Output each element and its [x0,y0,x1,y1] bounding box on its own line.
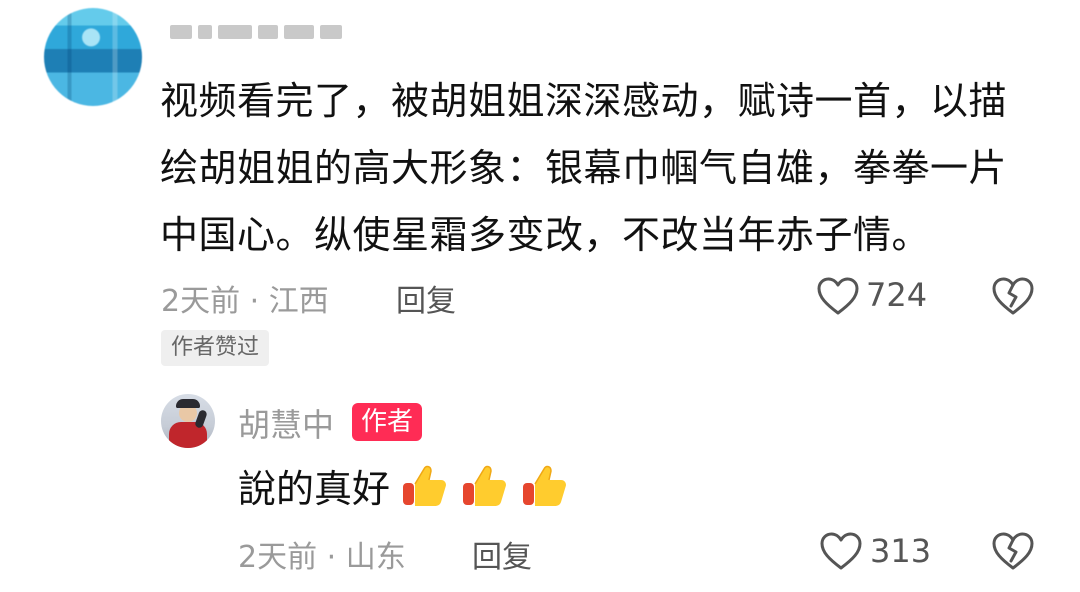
author-tag-badge: 作者 [352,403,423,441]
commenter-username-blurred[interactable] [170,14,342,50]
reply-like-count: 313 [870,532,932,570]
author-avatar[interactable] [161,394,215,448]
reply-like-button[interactable] [819,531,863,571]
comment-like-count: 724 [866,276,928,314]
thumbs-up-icon [460,461,510,511]
broken-heart-icon [992,277,1034,315]
heart-icon [817,277,859,315]
reply-time-location: 2天前 · 山东 [238,540,406,575]
thumbs-up-icon [520,461,570,511]
comment-time-location: 2天前 · 江西 [161,284,329,319]
reply-username[interactable]: 胡慧中 [238,400,334,446]
thumbs-up-icon [400,461,450,511]
comment-text: 视频看完了，被胡姐姐深深感动，赋诗一首，以描绘胡姐姐的高大形象：银幕巾帼气自雄，… [160,79,1008,257]
reply-dislike-button[interactable] [991,531,1035,571]
reply-reply-button[interactable]: 回复 [472,532,532,576]
author-liked-badge: 作者赞过 [161,330,270,366]
reply-text-row: 說的真好 [238,458,570,513]
heart-icon [820,532,862,570]
comment-like-button[interactable] [816,276,860,316]
broken-heart-icon [992,532,1034,570]
comment-dislike-button[interactable] [991,276,1035,316]
comment-reply-button[interactable]: 回复 [396,276,456,320]
commenter-avatar[interactable] [44,8,142,106]
reply-text: 說的真好 [238,467,391,511]
